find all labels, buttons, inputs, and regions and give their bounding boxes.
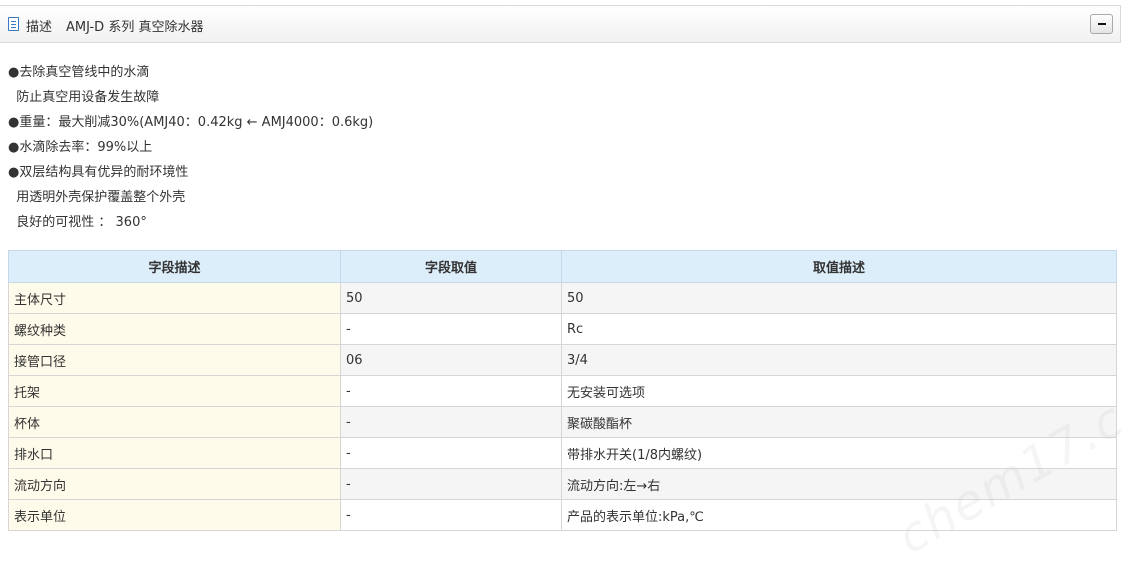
description-line: ●重量：最大削减30%(AMJ40：0.42kg ← AMJ4000：0.6kg… [8,115,374,130]
description-line: ●去除真空管线中的水滴 [8,65,150,80]
table-row: 杯体 - 聚碳酸酯杯 [8,406,1117,438]
description-line: ●水滴除去率：99%以上 [8,140,153,155]
table-row: 主体尺寸 50 50 [8,282,1117,314]
spec-table: 字段描述 字段取值 取值描述 主体尺寸 50 50 螺纹种类 - Rc 接管口径… [8,250,1117,531]
description-line: 良好的可视性 ： 360° [8,215,147,230]
value-cell: - [340,468,562,500]
table-row: 排水口 - 带排水开关(1/8内螺纹) [8,437,1117,469]
field-cell: 表示单位 [8,499,341,531]
description-cell: 聚碳酸酯杯 [561,406,1117,438]
description-list: ●去除真空管线中的水滴 防止真空用设备发生故障 ●重量：最大削减30%(AMJ4… [8,62,373,237]
table-row: 螺纹种类 - Rc [8,313,1117,345]
field-cell: 杯体 [8,406,341,438]
field-cell: 接管口径 [8,344,341,376]
description-cell: 3/4 [561,344,1117,376]
value-cell: - [340,406,562,438]
field-cell: 主体尺寸 [8,282,341,314]
description-cell: 产品的表示单位:kPa,℃ [561,499,1117,531]
collapse-button[interactable] [1090,14,1113,34]
table-row: 流动方向 - 流动方向:左→右 [8,468,1117,500]
description-line: 用透明外壳保护覆盖整个外壳 [8,190,186,205]
field-cell: 托架 [8,375,341,407]
panel-title-label: 描述 [26,20,53,35]
table-row: 表示单位 - 产品的表示单位:kPa,℃ [8,499,1117,531]
value-cell: 06 [340,344,562,376]
column-header-field: 字段描述 [8,250,341,283]
column-header-description: 取值描述 [561,250,1117,283]
value-cell: - [340,375,562,407]
document-icon [8,17,19,31]
field-cell: 排水口 [8,437,341,469]
field-cell: 螺纹种类 [8,313,341,345]
description-line: ●双层结构具有优异的耐环境性 [8,165,189,180]
description-cell: Rc [561,313,1117,345]
panel-title-text: AMJ-D 系列 真空除水器 [66,20,204,35]
description-cell: 流动方向:左→右 [561,468,1117,500]
description-line: 防止真空用设备发生故障 [8,90,160,105]
table-row: 托架 - 无安装可选项 [8,375,1117,407]
value-cell: - [340,437,562,469]
value-cell: - [340,499,562,531]
value-cell: 50 [340,282,562,314]
column-header-value: 字段取值 [340,250,562,283]
panel-title: 描述 AMJ-D 系列 真空除水器 [26,16,203,35]
description-cell: 带排水开关(1/8内螺纹) [561,437,1117,469]
table-header-row: 字段描述 字段取值 取值描述 [8,250,1117,283]
value-cell: - [340,313,562,345]
field-cell: 流动方向 [8,468,341,500]
table-row: 接管口径 06 3/4 [8,344,1117,376]
description-cell: 50 [561,282,1117,314]
description-cell: 无安装可选项 [561,375,1117,407]
minus-icon [1098,23,1106,25]
panel-header: 描述 AMJ-D 系列 真空除水器 [0,5,1121,43]
